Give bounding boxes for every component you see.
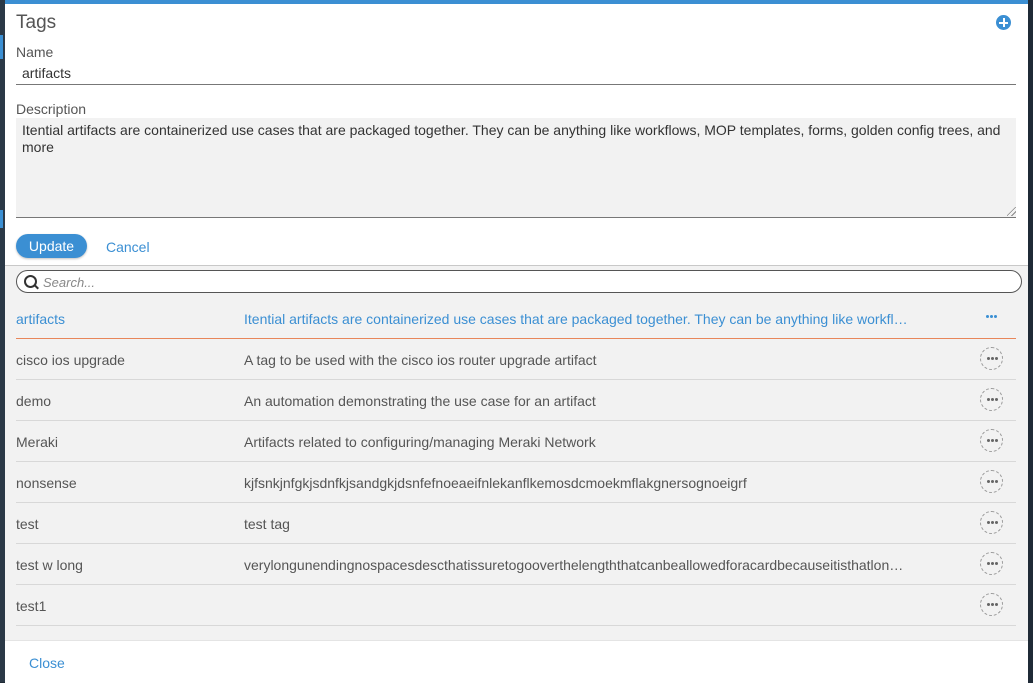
row-menu-button[interactable] xyxy=(980,470,1003,493)
row-menu-button[interactable] xyxy=(980,429,1003,452)
tag-name: nonsense xyxy=(16,475,77,491)
name-label: Name xyxy=(16,44,54,60)
dialog-footer: Close xyxy=(5,640,1028,683)
tag-row-meraki[interactable]: Meraki Artifacts related to configuring/… xyxy=(16,421,1016,462)
background-nav-marker xyxy=(0,210,3,228)
cancel-button[interactable]: Cancel xyxy=(106,239,150,255)
description-field[interactable]: Itential artifacts are containerized use… xyxy=(16,118,1016,218)
row-menu-button[interactable] xyxy=(980,347,1003,370)
tag-description: test tag xyxy=(244,516,290,532)
form-divider xyxy=(5,265,1028,266)
tag-description: An automation demonstrating the use case… xyxy=(244,393,596,409)
tag-name: artifacts xyxy=(16,311,66,327)
tag-row-test[interactable]: test test tag xyxy=(16,503,1016,544)
tag-description: A tag to be used with the cisco ios rout… xyxy=(244,352,597,368)
search-box[interactable] xyxy=(16,270,1022,293)
update-button[interactable]: Update xyxy=(16,234,87,258)
tag-list: artifacts Itential artifacts are contain… xyxy=(16,298,1016,626)
tag-row-test-w-long[interactable]: test w long verylongunendingnospacesdesc… xyxy=(16,544,1016,585)
ellipsis-icon xyxy=(987,521,990,524)
tag-description: Artifacts related to configuring/managin… xyxy=(244,434,596,450)
tag-name: test1 xyxy=(16,598,47,614)
search-input[interactable] xyxy=(41,273,1005,292)
search-icon xyxy=(24,275,37,288)
tag-edit-form: Tags Name Description Itential artifacts… xyxy=(5,4,1028,266)
tag-name: Meraki xyxy=(16,434,59,450)
tag-name: demo xyxy=(16,393,52,409)
tag-name: cisco ios upgrade xyxy=(16,352,125,368)
row-menu-button[interactable] xyxy=(980,306,1003,329)
ellipsis-icon xyxy=(987,398,990,401)
tag-row-demo[interactable]: demo An automation demonstrating the use… xyxy=(16,380,1016,421)
background-nav-marker xyxy=(0,35,3,59)
row-menu-button[interactable] xyxy=(980,552,1003,575)
row-menu-button[interactable] xyxy=(980,593,1003,616)
tag-row-nonsense[interactable]: nonsense kjfsnkjnfgkjsdnfkjsandgkjdsnfef… xyxy=(16,462,1016,503)
tag-name: test w long xyxy=(16,557,83,573)
tag-description: verylongunendingnospacesdescthatissureto… xyxy=(244,557,909,573)
ellipsis-icon xyxy=(987,357,990,360)
add-tag-button[interactable] xyxy=(996,15,1011,30)
dialog-title: Tags xyxy=(16,12,57,33)
textarea-resize-handle[interactable] xyxy=(1007,207,1016,216)
close-button[interactable]: Close xyxy=(29,655,65,671)
ellipsis-icon xyxy=(987,603,990,606)
ellipsis-icon xyxy=(987,562,990,565)
ellipsis-icon xyxy=(987,480,990,483)
tag-description: kjfsnkjnfgkjsdnfkjsandgkjdsnfefnoeaeifnl… xyxy=(244,475,747,491)
tag-description: Itential artifacts are containerized use… xyxy=(244,311,909,327)
tag-row-test1[interactable]: test1 xyxy=(16,585,1016,626)
ellipsis-icon xyxy=(986,315,989,318)
tag-name: test xyxy=(16,516,39,532)
name-field[interactable] xyxy=(16,62,1016,85)
tag-row-cisco-ios-upgrade[interactable]: cisco ios upgrade A tag to be used with … xyxy=(16,339,1016,380)
row-menu-button[interactable] xyxy=(980,388,1003,411)
row-menu-button[interactable] xyxy=(980,511,1003,534)
ellipsis-icon xyxy=(987,439,990,442)
tags-dialog: Tags Name Description Itential artifacts… xyxy=(5,0,1028,683)
tag-row-artifacts[interactable]: artifacts Itential artifacts are contain… xyxy=(16,298,1016,339)
description-label: Description xyxy=(16,101,87,117)
